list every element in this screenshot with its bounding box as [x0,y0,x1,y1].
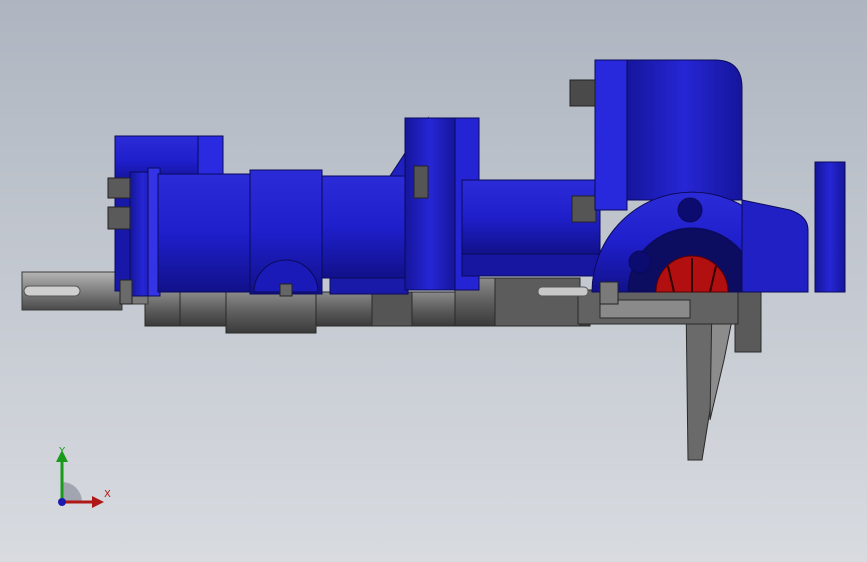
triad-plane-icon [62,482,82,502]
pump-casing-upper[interactable] [569,59,743,211]
connecting-pipe[interactable] [461,179,601,277]
y-axis-label: Y [58,446,66,457]
z-axis-icon [58,498,66,506]
x-axis-head-icon [92,496,104,508]
pump-assembly-model[interactable] [0,0,867,562]
motor-flange[interactable] [129,167,161,297]
x-axis-label: X [104,489,111,500]
cad-graphics-viewport[interactable]: Y X [0,0,867,562]
orientation-triad[interactable]: Y X [40,440,120,512]
discharge-nozzle[interactable] [741,161,846,293]
motor-housing[interactable] [157,169,411,297]
